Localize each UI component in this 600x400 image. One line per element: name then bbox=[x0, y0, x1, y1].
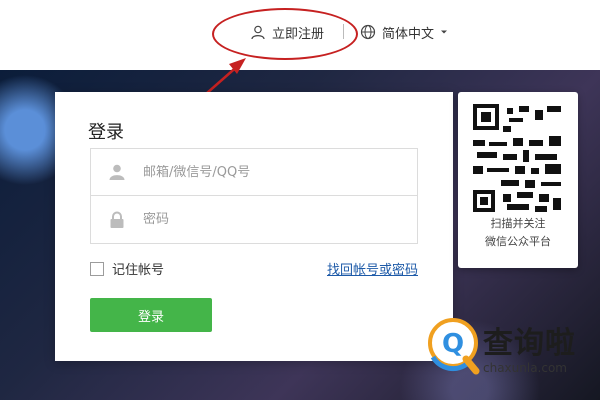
login-title: 登录 bbox=[88, 122, 124, 143]
qr-card: 扫描并关注 微信公众平台 bbox=[458, 92, 578, 268]
password-input[interactable] bbox=[143, 212, 393, 227]
watermark-domain: chaxunla.com bbox=[483, 361, 567, 375]
remember-label: 记住帐号 bbox=[112, 263, 165, 278]
watermark-brand: 查询啦 bbox=[483, 326, 576, 361]
login-card: 登录 记住帐号 找回帐号或密码 登录 bbox=[55, 92, 453, 361]
magnifier-logo-icon: Q bbox=[428, 318, 480, 375]
username-input[interactable] bbox=[143, 164, 393, 180]
username-field[interactable] bbox=[90, 148, 418, 196]
globe-icon bbox=[360, 24, 376, 40]
svg-text:Q: Q bbox=[442, 329, 464, 359]
forgot-password-link[interactable]: 找回帐号或密码 bbox=[327, 259, 418, 278]
caret-down-icon bbox=[441, 30, 448, 34]
qr-code bbox=[473, 104, 561, 212]
qr-caption-line2: 微信公众平台 bbox=[485, 235, 551, 248]
language-selector[interactable]: 简体中文 bbox=[360, 20, 448, 44]
password-field[interactable] bbox=[90, 196, 418, 244]
lock-icon bbox=[91, 211, 143, 229]
annotation-ellipse bbox=[212, 8, 358, 60]
user-icon bbox=[91, 163, 143, 181]
qr-caption-line1: 扫描并关注 bbox=[490, 217, 546, 230]
watermark: Q 查询啦 chaxunla.com bbox=[420, 315, 596, 381]
remember-option[interactable]: 记住帐号 bbox=[90, 259, 164, 278]
remember-checkbox[interactable] bbox=[90, 261, 104, 276]
login-button[interactable]: 登录 bbox=[90, 298, 212, 332]
language-label: 简体中文 bbox=[382, 26, 435, 42]
